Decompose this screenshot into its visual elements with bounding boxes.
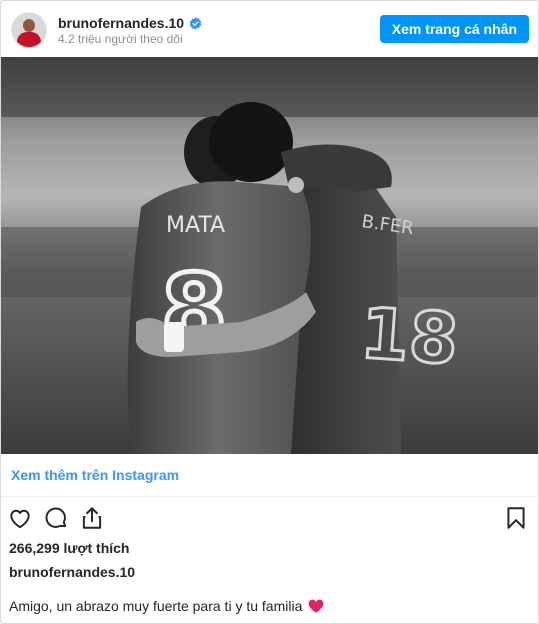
bookmark-icon[interactable] [503, 505, 529, 531]
svg-text:18: 18 [358, 292, 461, 381]
red-heart-emoji-icon [309, 599, 324, 613]
sleeve-badge [288, 177, 304, 193]
follower-count: 4.2 triệu người theo dõi [58, 32, 183, 46]
verified-badge-icon [189, 16, 202, 30]
share-icon[interactable] [79, 505, 105, 531]
wristband [164, 322, 184, 352]
caption: Amigo, un abrazo muy fuerte para ti y tu… [9, 598, 324, 614]
view-more-on-instagram-link[interactable]: Xem thêm trên Instagram [11, 467, 179, 483]
like-count[interactable]: 266,299 lượt thích [9, 540, 129, 556]
post-header: brunofernandes.10 4.2 triệu người theo d… [1, 1, 538, 57]
caption-text: Amigo, un abrazo muy fuerte para ti y tu… [9, 598, 303, 614]
caption-username[interactable]: brunofernandes.10 [9, 564, 135, 580]
player-head-left [209, 102, 293, 182]
username[interactable]: brunofernandes.10 [58, 15, 184, 31]
avatar-face [23, 19, 35, 32]
divider [1, 496, 538, 497]
comment-icon[interactable] [43, 505, 69, 531]
post-photo[interactable]: B.FER 18 MATA 8 [1, 57, 538, 454]
photo-illustration: B.FER 18 MATA 8 [1, 57, 538, 454]
svg-text:MATA: MATA [166, 213, 225, 238]
username-row: brunofernandes.10 [58, 14, 202, 32]
avatar[interactable] [11, 12, 47, 48]
avatar-shirt [17, 32, 41, 47]
view-profile-button[interactable]: Xem trang cá nhân [379, 15, 529, 43]
action-bar [1, 503, 538, 533]
heart-icon[interactable] [7, 505, 33, 531]
instagram-embed-card: brunofernandes.10 4.2 triệu người theo d… [0, 0, 539, 624]
